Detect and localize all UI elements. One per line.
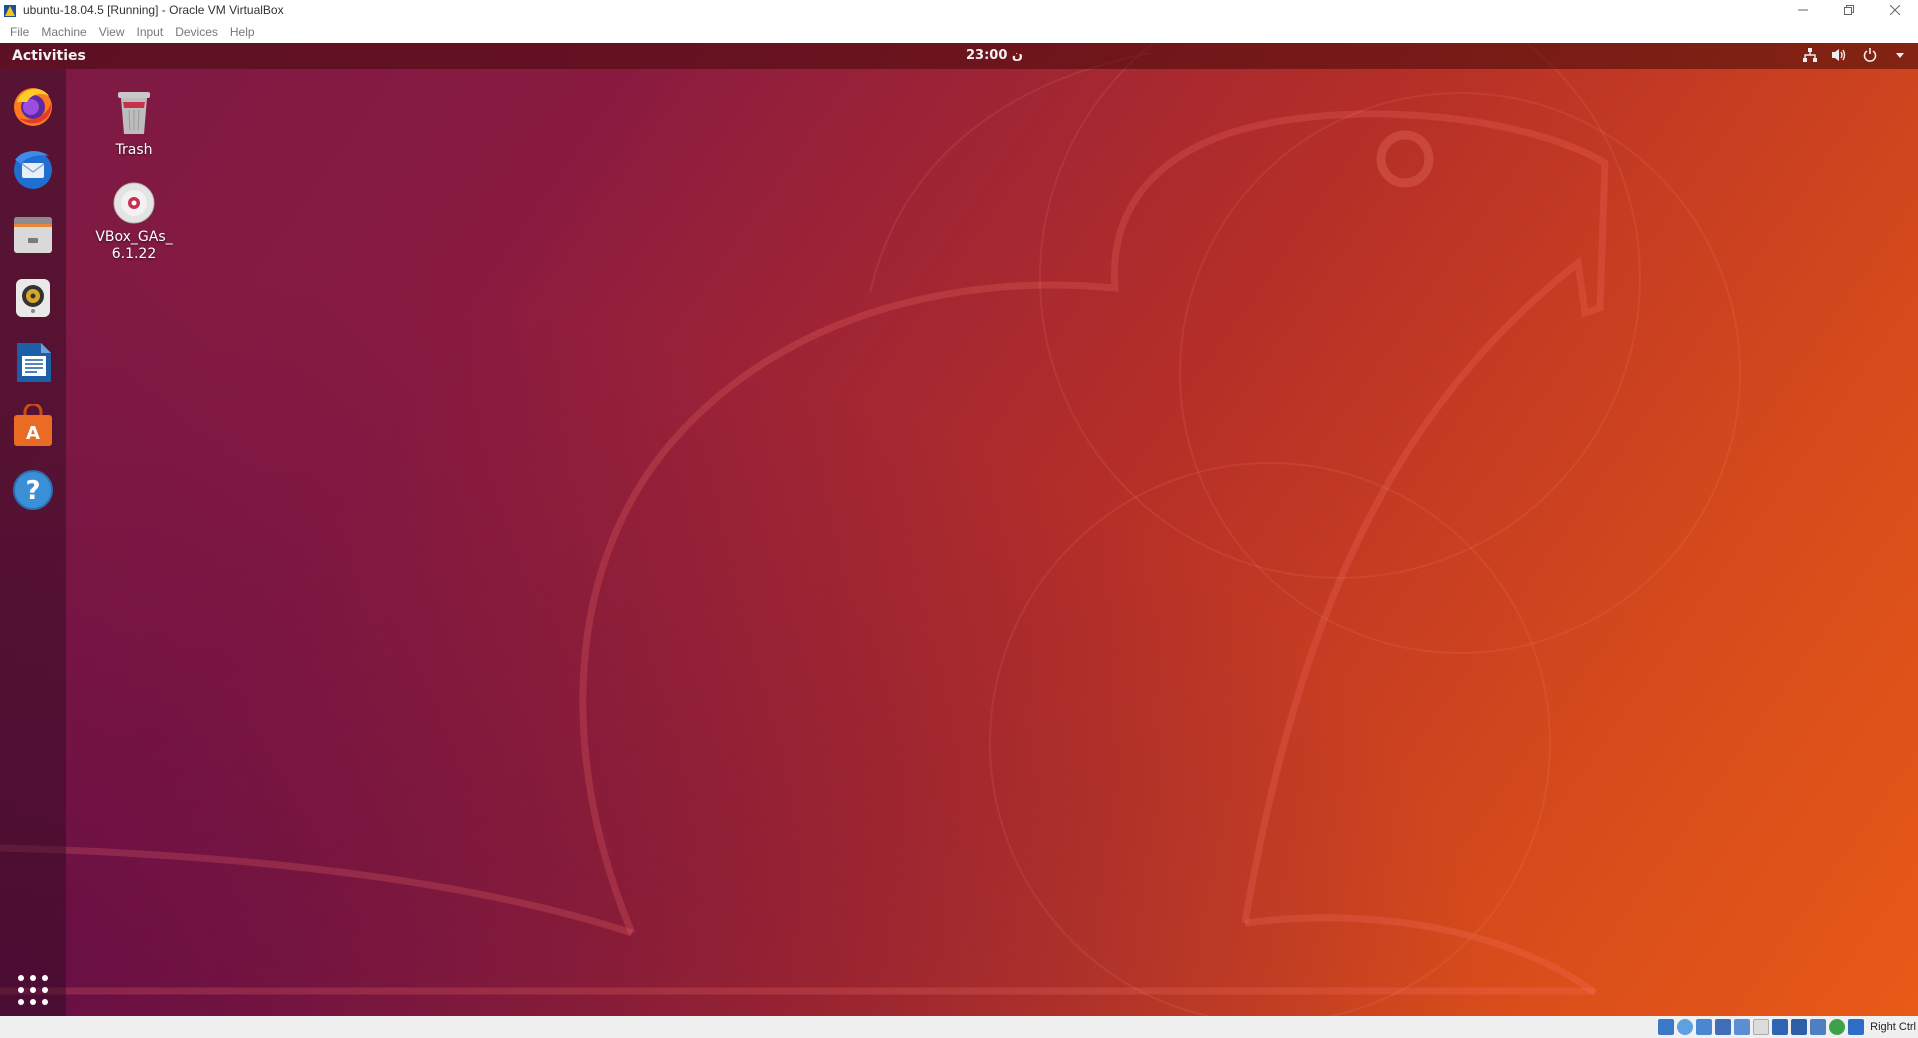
video-capture-icon[interactable]: [1791, 1019, 1808, 1035]
chevron-down-icon[interactable]: [1892, 47, 1908, 63]
usb-icon[interactable]: [1734, 1019, 1751, 1035]
clock[interactable]: 23:00 ن: [966, 48, 1023, 63]
minimize-icon[interactable]: [1780, 0, 1826, 20]
network-icon[interactable]: [1802, 47, 1818, 63]
volume-icon[interactable]: [1832, 47, 1848, 63]
virtualbox-app-icon: [3, 3, 17, 17]
desktop-icon-label: Trash: [115, 142, 153, 158]
desktop-icon-trash[interactable]: Trash: [89, 88, 179, 159]
display-icon[interactable]: [1772, 1019, 1789, 1035]
shared-folders-icon[interactable]: [1753, 1019, 1770, 1035]
power-icon[interactable]: [1862, 47, 1878, 63]
menu-help[interactable]: Help: [224, 25, 261, 39]
dock: A ?: [0, 69, 66, 1016]
close-icon[interactable]: [1872, 0, 1918, 20]
guest-screen[interactable]: Activities 23:00 ن A ? Trash VBox_GAs_ 6…: [0, 43, 1918, 1016]
window-titlebar[interactable]: ubuntu-18.04.5 [Running] - Oracle VM Vir…: [0, 0, 1918, 20]
window-title: ubuntu-18.04.5 [Running] - Oracle VM Vir…: [23, 3, 284, 17]
desktop-icon-label: VBox_GAs_ 6.1.22: [95, 229, 173, 262]
menu-machine[interactable]: Machine: [35, 25, 92, 39]
audio-icon[interactable]: [1696, 1019, 1713, 1035]
menu-input[interactable]: Input: [131, 25, 170, 39]
menu-view[interactable]: View: [93, 25, 131, 39]
desktop-icon-vbox-gas[interactable]: VBox_GAs_ 6.1.22: [89, 181, 179, 263]
app-grid-icon[interactable]: [10, 967, 56, 1013]
help-icon[interactable]: ?: [10, 467, 56, 513]
host-key-icon[interactable]: [1848, 1019, 1865, 1035]
menu-file[interactable]: File: [4, 25, 35, 39]
menu-devices[interactable]: Devices: [169, 25, 224, 39]
network-status-icon[interactable]: [1715, 1019, 1732, 1035]
gnome-topbar: Activities 23:00 ن: [0, 43, 1918, 69]
svg-text:A: A: [26, 423, 40, 444]
vbox-menubar: File Machine View Input Devices Help: [0, 20, 1918, 43]
cd-icon: [113, 182, 155, 224]
software-center-icon[interactable]: A: [10, 403, 56, 449]
firefox-icon[interactable]: [10, 83, 56, 129]
thunderbird-icon[interactable]: [10, 147, 56, 193]
restore-icon[interactable]: [1826, 0, 1872, 20]
cpu-icon[interactable]: [1810, 1019, 1827, 1035]
mouse-integration-icon[interactable]: [1829, 1019, 1846, 1035]
activities-button[interactable]: Activities: [12, 48, 86, 64]
libreoffice-writer-icon[interactable]: [10, 339, 56, 385]
host-key-label: Right Ctrl: [1870, 1021, 1916, 1033]
wallpaper-art: [0, 43, 1741, 1016]
rhythmbox-icon[interactable]: [10, 275, 56, 321]
hdd-icon[interactable]: [1658, 1019, 1675, 1035]
optical-icon[interactable]: [1677, 1019, 1694, 1035]
svg-text:?: ?: [25, 476, 40, 506]
vbox-statusbar: Right Ctrl: [0, 1016, 1918, 1038]
trash-icon: [118, 92, 150, 134]
files-icon[interactable]: [10, 211, 56, 257]
